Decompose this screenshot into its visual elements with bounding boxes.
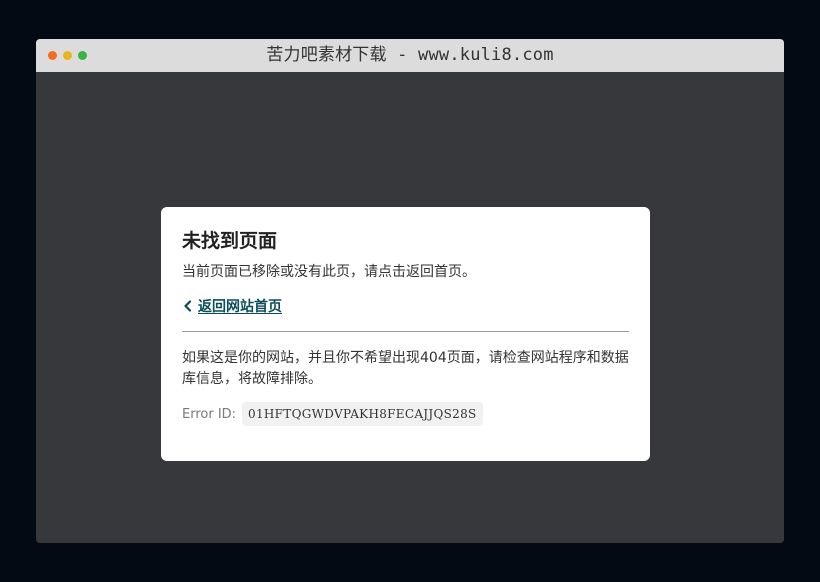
error-id-value: 01HFTQGWDVPAKH8FECAJJQS28S: [242, 402, 483, 426]
back-to-home-label: 返回网站首页: [198, 299, 282, 315]
window-titlebar: 苦力吧素材下载 - www.kuli8.com: [36, 39, 784, 72]
back-to-home-link[interactable]: 返回网站首页: [182, 296, 629, 316]
error-card: 未找到页面 当前页面已移除或没有此页，请点击返回首页。 返回网站首页 如果这是你…: [161, 207, 650, 461]
browser-window: 苦力吧素材下载 - www.kuli8.com 未找到页面 当前页面已移除或没有…: [36, 39, 784, 543]
chevron-left-icon: [182, 299, 192, 313]
divider: [182, 331, 629, 332]
page-title: 未找到页面: [182, 230, 278, 252]
page-viewport: 未找到页面 当前页面已移除或没有此页，请点击返回首页。 返回网站首页 如果这是你…: [36, 72, 784, 543]
error-id-label: Error ID:: [182, 406, 237, 422]
error-description: 当前页面已移除或没有此页，请点击返回首页。: [182, 264, 476, 280]
site-owner-note: 如果这是你的网站，并且你不希望出现404页面，请检查网站程序和数据库信息，将故障…: [182, 350, 629, 387]
error-id-row: Error ID: 01HFTQGWDVPAKH8FECAJJQS28S: [182, 400, 629, 428]
window-title: 苦力吧素材下载 - www.kuli8.com: [266, 45, 554, 65]
